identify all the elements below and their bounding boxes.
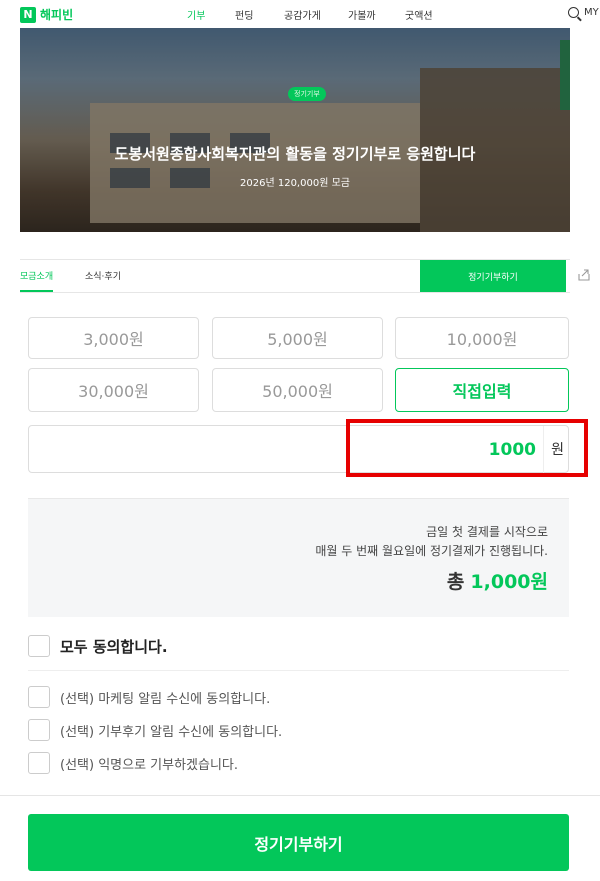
amount-30000-button[interactable]: 30,000원 <box>28 368 199 412</box>
share-icon[interactable] <box>577 268 591 282</box>
total-value: 1,000원 <box>470 571 548 593</box>
search-icon[interactable] <box>568 7 579 18</box>
payment-summary: 금일 첫 결제를 시작으로 매월 두 번째 월요일에 정기결제가 진행됩니다. … <box>28 498 569 617</box>
nav-goodaction[interactable]: 굿액션 <box>405 7 433 22</box>
agree-review-label[interactable]: (선택) 기부후기 알림 수신에 동의합니다. <box>60 721 282 740</box>
tab-news[interactable]: 소식·후기 <box>85 269 121 282</box>
nav-visit[interactable]: 가볼까 <box>348 7 376 22</box>
happybean-logo[interactable]: N 해피빈 <box>20 6 73 23</box>
regular-donation-badge: 정기기부 <box>288 87 326 101</box>
highlight-box <box>346 419 588 477</box>
hero-overlay <box>20 28 570 232</box>
nav-funding[interactable]: 펀딩 <box>235 7 253 22</box>
tab-active-indicator <box>20 290 53 292</box>
naver-logo-icon: N <box>20 6 36 23</box>
amount-5000-button[interactable]: 5,000원 <box>212 317 383 359</box>
agree-all-row[interactable]: 모두 동의합니다. <box>28 635 168 657</box>
custom-amount-button[interactable]: 직접입력 <box>395 368 569 412</box>
agree-marketing-checkbox[interactable] <box>28 686 50 708</box>
divider <box>28 670 569 671</box>
total-label: 총 <box>446 571 465 593</box>
agree-anonymous-checkbox[interactable] <box>28 752 50 774</box>
total-amount: 총 1,000원 <box>447 567 548 594</box>
agree-marketing-row[interactable]: (선택) 마케팅 알림 수신에 동의합니다. <box>28 686 270 708</box>
nav-donate[interactable]: 기부 <box>187 7 205 22</box>
agree-all-label[interactable]: 모두 동의합니다. <box>60 636 168 657</box>
agree-all-checkbox[interactable] <box>28 635 50 657</box>
tab-intro[interactable]: 모금소개 <box>20 269 53 282</box>
agree-marketing-label[interactable]: (선택) 마케팅 알림 수신에 동의합니다. <box>60 688 270 707</box>
campaign-subtitle: 2026년 120,000원 모금 <box>240 178 350 189</box>
agree-anonymous-row[interactable]: (선택) 익명으로 기부하겠습니다. <box>28 752 238 774</box>
my-link[interactable]: MY <box>584 7 599 18</box>
summary-line-1: 금일 첫 결제를 시작으로 <box>426 525 548 539</box>
nav-store[interactable]: 공감가게 <box>284 7 321 22</box>
campaign-tabs: 모금소개 소식·후기 정기기부하기 <box>20 259 590 293</box>
agree-anonymous-label[interactable]: (선택) 익명으로 기부하겠습니다. <box>60 754 238 773</box>
top-header: N 해피빈 기부 펀딩 공감가게 가볼까 굿액션 MY <box>0 0 600 28</box>
submit-regular-donation-button[interactable]: 정기기부하기 <box>28 814 569 871</box>
regular-donate-tab-button[interactable]: 정기기부하기 <box>420 260 566 292</box>
agree-review-row[interactable]: (선택) 기부후기 알림 수신에 동의합니다. <box>28 719 282 741</box>
campaign-title: 도봉서원종합사회복지관의 활동을 정기기부로 응원합니다 <box>114 145 476 163</box>
amount-3000-button[interactable]: 3,000원 <box>28 317 199 359</box>
campaign-hero-image: 정기기부 도봉서원종합사회복지관의 활동을 정기기부로 응원합니다 2026년 … <box>20 28 570 232</box>
amount-10000-button[interactable]: 10,000원 <box>395 317 569 359</box>
footer-divider <box>0 795 600 796</box>
agree-review-checkbox[interactable] <box>28 719 50 741</box>
summary-line-2: 매월 두 번째 월요일에 정기결제가 진행됩니다. <box>315 544 548 558</box>
amount-50000-button[interactable]: 50,000원 <box>212 368 383 412</box>
logo-text: 해피빈 <box>40 8 74 22</box>
